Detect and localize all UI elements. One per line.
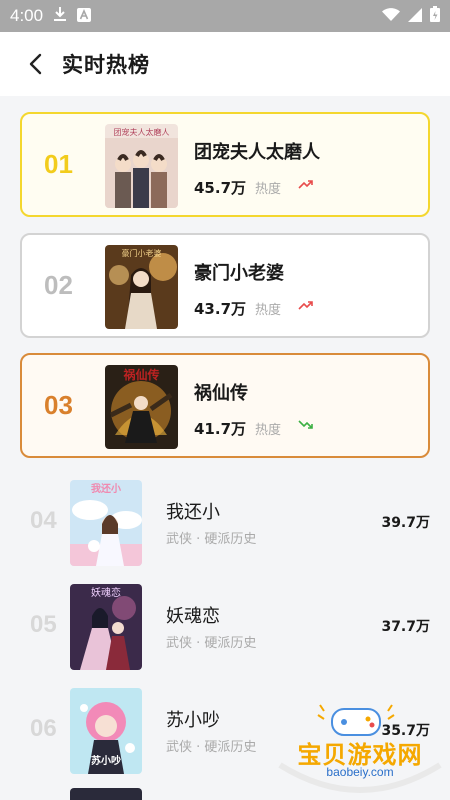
trend-down-icon xyxy=(298,420,313,429)
book-title: 团宠夫人太磨人 xyxy=(194,142,320,163)
book-title: 妖魂恋 xyxy=(166,606,220,627)
book-tags: 武侠 · 硬派历史 xyxy=(166,740,257,755)
page-title: 实时热榜 xyxy=(62,53,150,77)
heat-value: 37.7万 xyxy=(381,619,430,635)
book-cover-partial xyxy=(70,788,142,800)
heat-value: 43.7万 xyxy=(194,300,247,318)
svg-text:团宠夫人太磨人: 团宠夫人太磨人 xyxy=(114,127,170,137)
svg-text:祸仙传: 祸仙传 xyxy=(123,367,159,382)
book-tags: 武侠 · 硬派历史 xyxy=(166,532,257,547)
book-cover: 豪门小老婆 xyxy=(105,245,178,329)
rank-number: 04 xyxy=(30,507,57,534)
back-arrow-icon xyxy=(29,53,42,75)
battery-icon xyxy=(430,6,440,26)
book-cover: 我还小 xyxy=(70,480,142,566)
back-button[interactable] xyxy=(16,44,56,84)
book-title: 祸仙传 xyxy=(194,383,248,404)
rank-number: 06 xyxy=(30,715,57,742)
rank-card-1[interactable]: 01 团宠夫人太磨人 团宠夫人太磨人 45.7万 热度 xyxy=(20,112,430,217)
wifi-icon xyxy=(382,7,400,26)
download-icon xyxy=(53,6,67,26)
heat-label: 热度 xyxy=(255,303,282,318)
rank-card-3[interactable]: 03 祸仙传 祸仙传 41.7万 热度 xyxy=(20,353,430,458)
svg-text:豪门小老婆: 豪门小老婆 xyxy=(122,248,162,258)
status-bar: 4:00 xyxy=(0,0,450,32)
book-cover: 苏小吵 xyxy=(70,688,142,774)
trend-up-icon xyxy=(298,180,313,189)
rank-number: 03 xyxy=(44,390,73,420)
rank-number: 05 xyxy=(30,611,57,638)
heat-label: 热度 xyxy=(255,182,282,197)
a-badge-icon xyxy=(77,7,92,26)
rank-number: 02 xyxy=(44,270,73,300)
site-watermark: 宝贝游戏网 baobeiy.com xyxy=(270,695,450,800)
svg-text:我还小: 我还小 xyxy=(91,482,121,495)
watermark-url: baobeiy.com xyxy=(326,765,394,779)
heat-value: 45.7万 xyxy=(194,179,247,197)
list-item[interactable]: 05 妖魂恋 妖魂恋 武侠 · 硬派历史 37.7万 xyxy=(0,580,450,684)
book-title: 豪门小老婆 xyxy=(194,263,284,284)
book-cover: 团宠夫人太磨人 xyxy=(105,124,178,208)
heat-value: 39.7万 xyxy=(381,515,430,531)
book-title: 苏小吵 xyxy=(166,710,220,731)
heat-value: 41.7万 xyxy=(194,420,247,438)
book-cover: 妖魂恋 xyxy=(70,584,142,670)
status-time: 4:00 xyxy=(10,6,44,25)
list-item[interactable]: 04 我还小 我还小 武侠 · 硬派历史 39.7万 xyxy=(0,476,450,580)
book-tags: 武侠 · 硬派历史 xyxy=(166,636,257,651)
rank-number: 01 xyxy=(44,149,73,179)
app-header: 实时热榜 xyxy=(0,32,450,96)
svg-text:苏小吵: 苏小吵 xyxy=(91,754,121,767)
rank-card-2[interactable]: 02 豪门小老婆 豪门小老婆 43.7万 热度 xyxy=(20,233,430,338)
book-title: 我还小 xyxy=(166,502,220,523)
svg-text:妖魂恋: 妖魂恋 xyxy=(91,586,121,599)
trend-up-icon xyxy=(298,301,313,310)
heat-label: 热度 xyxy=(255,423,282,438)
book-cover: 祸仙传 xyxy=(105,365,178,449)
cellular-icon xyxy=(408,7,422,26)
